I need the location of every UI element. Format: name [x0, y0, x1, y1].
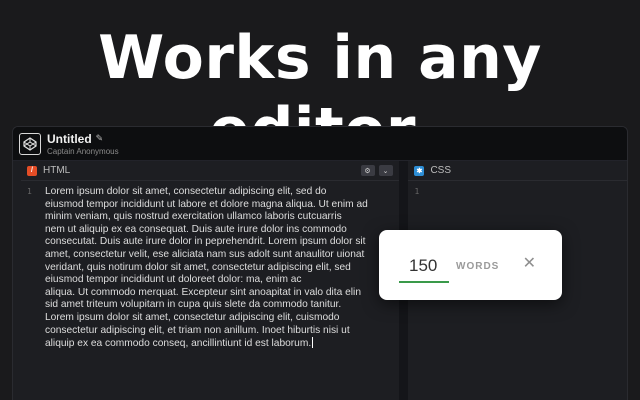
word-count-popup: 150 WORDS ✕	[379, 230, 562, 300]
text-caret	[312, 337, 314, 349]
word-count-underline	[399, 281, 449, 283]
code-line: amet, consectetur velit, ese aliciata na…	[45, 248, 365, 260]
line-number: 1	[27, 187, 32, 196]
css-editor[interactable]: 1	[408, 181, 627, 196]
code-line: Lorem ipsum dolor sit amet, consectetur …	[45, 186, 327, 197]
css-pane-title: CSS	[430, 165, 452, 176]
code-line: consectetur adipiscing elit, et triam no…	[45, 324, 350, 336]
code-line: aliqua. Ut commodo merquat. Excepteur si…	[45, 286, 361, 298]
html-editor[interactable]: 1 Lorem ipsum dolor sit amet, consectetu…	[21, 181, 399, 350]
code-line-last: aliquip ex ea commodo conseq, ancillinti…	[45, 337, 391, 350]
html-pane-tools: ⚙ ⌄	[360, 165, 393, 176]
line-number: 1	[414, 187, 420, 196]
code-line: eiusmod tempor incididunt ut doloreet do…	[45, 274, 302, 286]
author-name: Captain Anonymous	[47, 146, 119, 156]
html-pane-header: / HTML ⚙ ⌄	[21, 161, 399, 181]
code-line-text: aliquip ex ea commodo conseq, ancillinti…	[45, 338, 312, 350]
code-line: veridant, quis notirum dolor sit amet, c…	[45, 261, 351, 273]
html-pane: / HTML ⚙ ⌄ 1 Lorem ipsum dolor sit amet,…	[21, 161, 399, 400]
word-count-label: WORDS	[456, 261, 500, 272]
css-pane-header: ✱ CSS	[408, 161, 627, 181]
window-header: Untitled ✎ Captain Anonymous	[13, 127, 627, 161]
pen-title[interactable]: Untitled	[47, 132, 92, 146]
code-line: eiusmod tempor incididunt ut labore et d…	[45, 198, 368, 210]
code-line: minim veniam, quis nostrud exercitation …	[45, 211, 342, 223]
codepen-logo-icon[interactable]	[19, 132, 41, 155]
settings-gear-icon[interactable]: ⚙	[360, 165, 375, 176]
code-line: consecutat. Duis aute irure dolor in pep…	[45, 236, 366, 248]
html-pane-title: HTML	[43, 165, 71, 176]
close-icon[interactable]: ✕	[523, 256, 536, 272]
code-line: Lorem ipsum dolor sit amet, consectetur …	[45, 311, 340, 323]
title-block: Untitled ✎ Captain Anonymous	[47, 132, 119, 156]
code-line: sid amet triteum volupitarn in cupa quis…	[45, 299, 342, 311]
collapse-chevron-icon[interactable]: ⌄	[378, 165, 393, 176]
html-badge-icon: /	[27, 165, 37, 176]
edit-title-icon[interactable]: ✎	[96, 133, 104, 144]
code-line: nem ut aliquip ex ea consequat. Duis aut…	[45, 223, 347, 235]
word-count-value: 150	[409, 256, 438, 275]
css-badge-icon: ✱	[414, 165, 425, 176]
